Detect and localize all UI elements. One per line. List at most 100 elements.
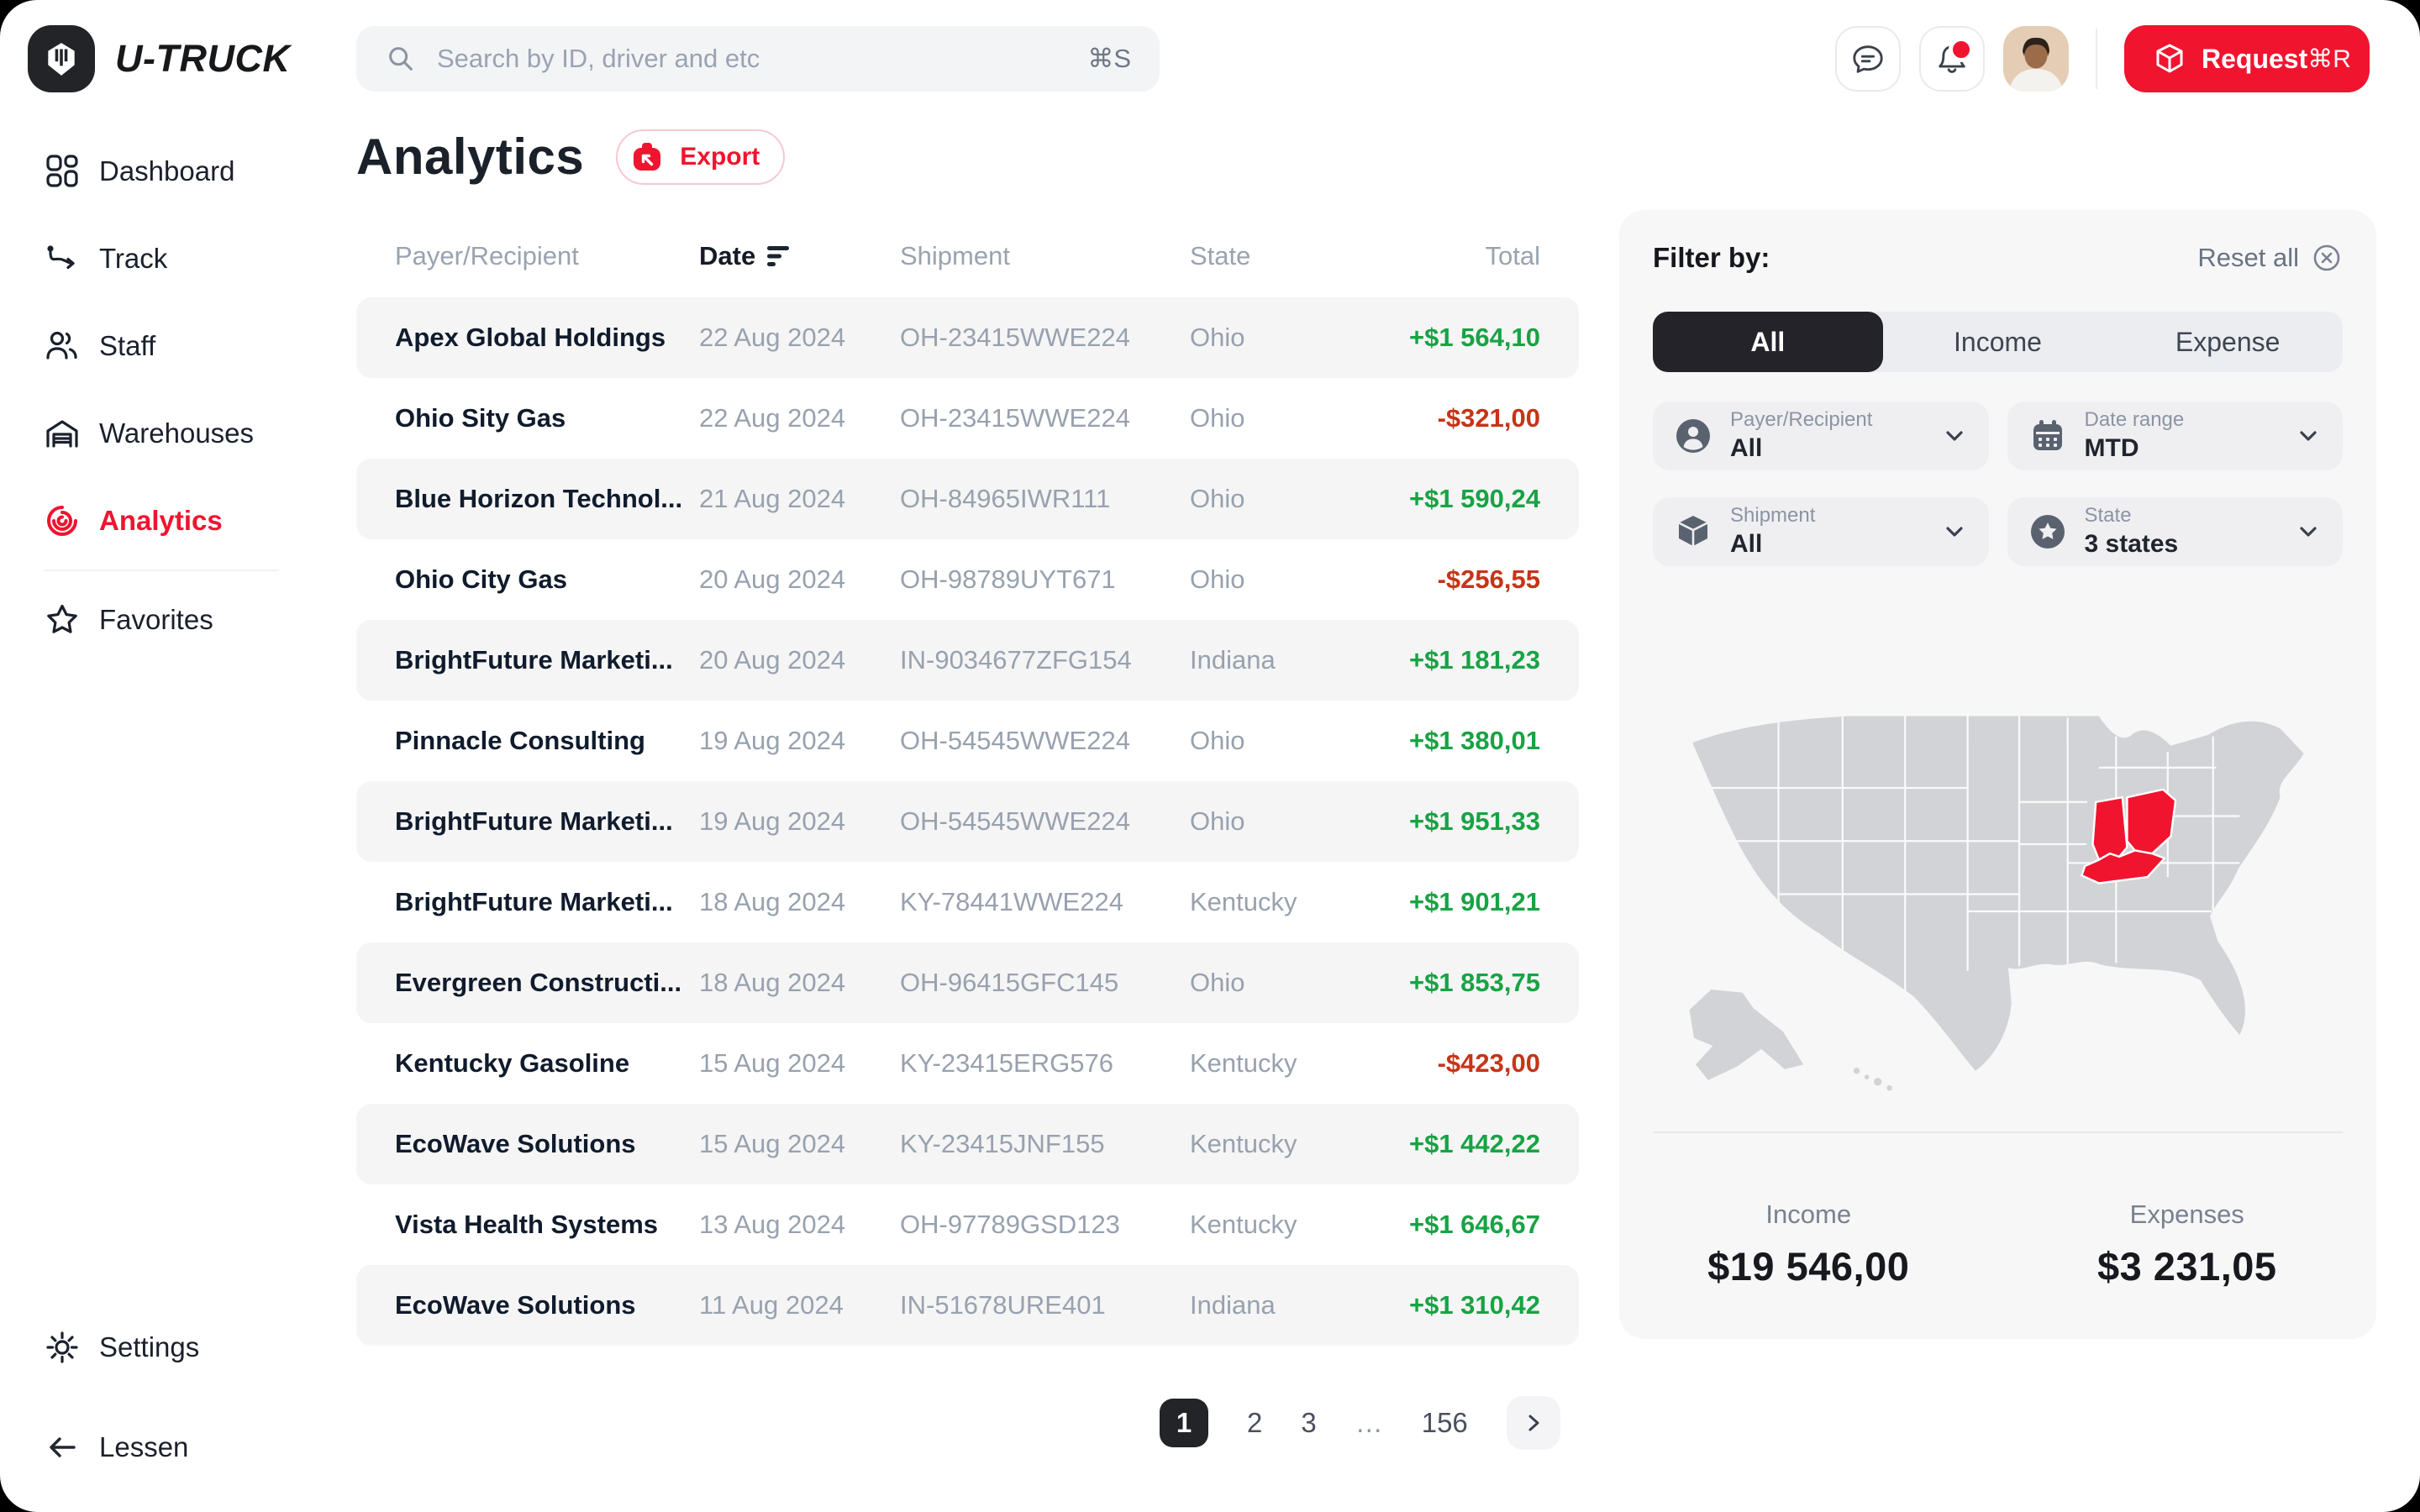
filter-panel: Filter by: Reset all All Income Expense	[1619, 210, 2376, 1339]
cell-payer: BrightFuture Marketi...	[395, 887, 699, 917]
page-3[interactable]: 3	[1301, 1407, 1316, 1439]
cell-total: +$1 181,23	[1351, 645, 1540, 675]
table-row[interactable]: Ohio Sity Gas 22 Aug 2024 OH-23415WWE224…	[356, 378, 1579, 459]
page-1[interactable]: 1	[1160, 1399, 1208, 1447]
chevron-down-icon	[2294, 517, 2323, 546]
page-2[interactable]: 2	[1247, 1407, 1262, 1439]
cell-state: Indiana	[1190, 1290, 1351, 1320]
usa-states-map[interactable]	[1661, 643, 2333, 1127]
table-row[interactable]: BrightFuture Marketi... 18 Aug 2024 KY-7…	[356, 862, 1579, 942]
cell-shipment: OH-54545WWE224	[900, 806, 1190, 837]
avatar-image	[2003, 26, 2069, 92]
cell-payer: Blue Horizon Technol...	[395, 484, 699, 514]
sidebar-collapse[interactable]: Lessen	[44, 1404, 188, 1491]
table-row[interactable]: Pinnacle Consulting 19 Aug 2024 OH-54545…	[356, 701, 1579, 781]
sidebar-item-settings[interactable]: Settings	[44, 1304, 199, 1391]
cell-payer: BrightFuture Marketi...	[395, 806, 699, 837]
calendar-icon	[2028, 416, 2068, 456]
cell-date: 22 Aug 2024	[699, 323, 900, 353]
search-input[interactable]	[435, 43, 1069, 75]
page-header: Analytics Export	[356, 128, 785, 186]
sidebar-item-staff[interactable]: Staff	[44, 302, 331, 390]
top-bar: U-TRUCK ⌘S	[0, 0, 2420, 118]
table-row[interactable]: Evergreen Constructi... 18 Aug 2024 OH-9…	[356, 942, 1579, 1023]
export-button[interactable]: Export	[616, 129, 785, 185]
table-row[interactable]: BrightFuture Marketi... 20 Aug 2024 IN-9…	[356, 620, 1579, 701]
header-total: Total	[1351, 241, 1540, 271]
cell-state: Kentucky	[1190, 887, 1351, 917]
sidebar-item-track[interactable]: Track	[44, 215, 331, 302]
tab-income[interactable]: Income	[1883, 312, 2113, 372]
tab-expense[interactable]: Expense	[2112, 312, 2343, 372]
request-button[interactable]: Request ⌘R	[2124, 25, 2370, 92]
expenses-stat: Expenses $3 231,05	[1998, 1200, 2377, 1289]
cell-shipment: OH-97789GSD123	[900, 1210, 1190, 1240]
page-title: Analytics	[356, 128, 584, 186]
table-row[interactable]: Vista Health Systems 13 Aug 2024 OH-9778…	[356, 1184, 1579, 1265]
dropdown-label: State	[2085, 504, 2278, 528]
totals: Income $19 546,00 Expenses $3 231,05	[1619, 1200, 2376, 1289]
table-row[interactable]: Kentucky Gasoline 15 Aug 2024 KY-23415ER…	[356, 1023, 1579, 1104]
cell-date: 22 Aug 2024	[699, 403, 900, 433]
sidebar-item-label: Track	[99, 243, 167, 275]
dropdown-value: MTD	[2085, 434, 2278, 464]
chevron-down-icon	[1940, 517, 1969, 546]
search-bar[interactable]: ⌘S	[356, 26, 1160, 92]
cell-state: Kentucky	[1190, 1129, 1351, 1159]
table-row[interactable]: Ohio City Gas 20 Aug 2024 OH-98789UYT671…	[356, 539, 1579, 620]
cell-state: Ohio	[1190, 806, 1351, 837]
chevron-down-icon	[2294, 422, 2323, 450]
table-row[interactable]: Blue Horizon Technol... 21 Aug 2024 OH-8…	[356, 459, 1579, 539]
tab-all[interactable]: All	[1653, 312, 1883, 372]
cell-payer: EcoWave Solutions	[395, 1129, 699, 1159]
payer-recipient-dropdown[interactable]: Payer/Recipient All	[1653, 402, 1989, 470]
shipment-dropdown[interactable]: Shipment All	[1653, 497, 1989, 566]
reset-circle-x-icon	[2311, 242, 2343, 274]
cell-date: 11 Aug 2024	[699, 1290, 900, 1320]
table-row[interactable]: EcoWave Solutions 15 Aug 2024 KY-23415JN…	[356, 1104, 1579, 1184]
reset-all-button[interactable]: Reset all	[2197, 242, 2343, 274]
dropdown-label: Date range	[2085, 408, 2278, 432]
cell-date: 19 Aug 2024	[699, 806, 900, 837]
messages-button[interactable]	[1835, 26, 1901, 92]
cell-total: -$423,00	[1351, 1048, 1540, 1079]
date-range-dropdown[interactable]: Date range MTD	[2007, 402, 2344, 470]
expenses-value: $3 231,05	[1998, 1243, 2377, 1289]
cell-payer: Vista Health Systems	[395, 1210, 699, 1240]
sidebar-item-analytics[interactable]: Analytics	[44, 477, 331, 564]
topbar-divider	[2096, 29, 2097, 89]
sidebar-item-dashboard[interactable]: Dashboard	[44, 128, 331, 215]
analytics-icon	[44, 502, 81, 539]
cell-date: 18 Aug 2024	[699, 968, 900, 998]
page-last[interactable]: 156	[1422, 1407, 1468, 1439]
dropdown-value: 3 states	[2085, 530, 2278, 559]
header-date[interactable]: Date	[699, 241, 900, 271]
cell-total: -$321,00	[1351, 403, 1540, 433]
table-body: Apex Global Holdings 22 Aug 2024 OH-2341…	[356, 297, 1579, 1346]
table-row[interactable]: BrightFuture Marketi... 19 Aug 2024 OH-5…	[356, 781, 1579, 862]
route-icon	[44, 240, 81, 277]
user-avatar[interactable]	[2003, 26, 2069, 92]
notifications-button[interactable]	[1919, 26, 1985, 92]
topbar-actions: Request ⌘R	[1835, 25, 2420, 92]
sort-icon	[767, 245, 796, 267]
us-alaska	[1689, 990, 1803, 1080]
table-row[interactable]: Apex Global Holdings 22 Aug 2024 OH-2341…	[356, 297, 1579, 378]
sidebar-item-favorites[interactable]: Favorites	[44, 576, 331, 664]
star-circle-icon	[2028, 512, 2068, 552]
cell-shipment: KY-23415ERG576	[900, 1048, 1190, 1079]
sidebar-item-warehouses[interactable]: Warehouses	[44, 390, 331, 477]
cell-shipment: KY-23415JNF155	[900, 1129, 1190, 1159]
cell-total: +$1 853,75	[1351, 968, 1540, 998]
state-dropdown[interactable]: State 3 states	[2007, 497, 2344, 566]
reset-all-label: Reset all	[2197, 243, 2299, 273]
filter-dropdowns: Payer/Recipient All	[1653, 402, 2343, 566]
next-page-button[interactable]	[1507, 1396, 1560, 1450]
sidebar-item-label: Settings	[99, 1331, 199, 1363]
search-shortcut: ⌘S	[1087, 44, 1131, 74]
pagination: 1 2 3 … 156	[1160, 1396, 1560, 1450]
cell-total: +$1 646,67	[1351, 1210, 1540, 1240]
table-row[interactable]: EcoWave Solutions 11 Aug 2024 IN-51678UR…	[356, 1265, 1579, 1346]
cell-date: 20 Aug 2024	[699, 645, 900, 675]
sidebar-item-label: Dashboard	[99, 155, 234, 187]
